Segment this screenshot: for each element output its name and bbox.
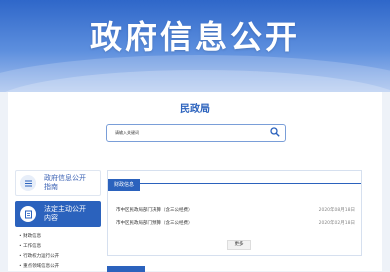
sidebar-subitem[interactable]: 工作信息 (15, 242, 101, 252)
sidebar-item-label: 法定主动公开内容 (44, 205, 86, 222)
page-title: 政府信息公开 (89, 18, 300, 56)
box-header: 财政信息 (108, 171, 361, 191)
sidebar-item-guide[interactable]: 政府信息公开指南 (15, 170, 101, 196)
list-item[interactable]: 市中区民政局部门决算（含三公经费） 2020年08月18日 (116, 207, 355, 215)
department-title: 民政局 (180, 104, 210, 115)
list-item-date: 2020年02月18日 (318, 221, 355, 226)
list-item-title[interactable]: 市中区民政局部门预算（含三公经费） (116, 221, 193, 226)
document-icon (20, 206, 36, 222)
sidebar-item-label: 政府信息公开指南 (44, 174, 86, 191)
search-input[interactable] (115, 127, 255, 138)
sidebar-subitem[interactable]: 行政权力运行公开 (15, 252, 101, 262)
search-box (106, 124, 286, 142)
sidebar: 政府信息公开指南 法定主动公开内容 财政信息 工作信息 行政权力运行公开 重点领… (15, 170, 101, 272)
finance-info-box: 财政信息 市中区民政局部门决算（含三公经费） 2020年08月18日 市中区民政… (107, 170, 362, 256)
list-icon (20, 175, 36, 191)
list-item[interactable]: 市中区民政局部门预算（含三公经费） 2020年02月18日 (116, 220, 355, 228)
sidebar-sublist: 财政信息 工作信息 行政权力运行公开 重点领域信息公开 (15, 232, 101, 272)
more-button[interactable]: 更多 (227, 240, 251, 250)
tab-finance-info[interactable]: 财政信息 (108, 179, 141, 191)
list-item-title[interactable]: 市中区民政局部门决算（含三公经费） (116, 208, 193, 213)
sidebar-subitem[interactable]: 财政信息 (15, 232, 101, 242)
sidebar-item-statutory[interactable]: 法定主动公开内容 (15, 201, 101, 227)
header-banner: 政府信息公开 (0, 0, 390, 92)
search-icon[interactable] (270, 127, 280, 137)
list-item-date: 2020年08月18日 (318, 208, 355, 213)
content-area: 财政信息 市中区民政局部门决算（含三公经费） 2020年08月18日 市中区民政… (107, 170, 362, 272)
next-section-tab[interactable] (107, 266, 145, 272)
